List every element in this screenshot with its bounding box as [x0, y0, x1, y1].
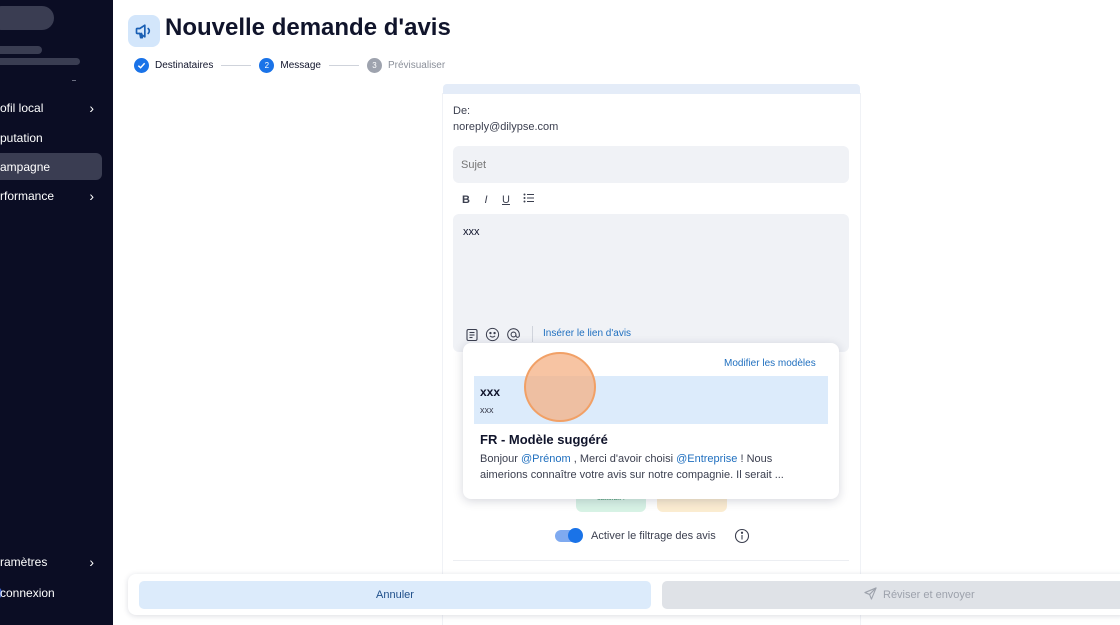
sidebar-item-performance[interactable]: rformance ›	[0, 182, 102, 209]
send-icon	[864, 587, 877, 603]
chevron-right-icon: ›	[89, 187, 94, 204]
subject-input[interactable]	[453, 146, 849, 183]
sidebar-account-placeholder	[0, 46, 42, 54]
sidebar-item-label: ramètres	[0, 554, 48, 569]
info-icon[interactable]	[734, 528, 750, 544]
page-title: Nouvelle demande d'avis	[165, 14, 451, 41]
template-option-suggested-title[interactable]: FR - Modèle suggéré	[480, 432, 608, 447]
sidebar-location-placeholder	[0, 58, 80, 65]
message-card-header	[443, 84, 860, 94]
chevron-right-icon: ›	[89, 99, 94, 116]
sidebar-item-label: ampagne	[0, 159, 51, 174]
preview-text: Bonjour	[480, 453, 521, 465]
review-filter-label: Activer le filtrage des avis	[591, 530, 716, 542]
mention-entreprise: @Entreprise	[676, 453, 738, 465]
review-and-send-button[interactable]: Réviser et envoyer	[662, 581, 1120, 609]
mention-icon[interactable]	[505, 326, 522, 343]
review-filter-toggle[interactable]	[555, 528, 583, 543]
editor-actions	[463, 326, 522, 343]
sidebar: ofil local › putation ampagne rformance …	[0, 0, 113, 625]
insert-review-link[interactable]: Insérer le lien d'avis	[543, 328, 631, 339]
review-and-send-label: Réviser et envoyer	[883, 589, 975, 601]
editor-separator	[532, 326, 533, 342]
cancel-button[interactable]: Annuler	[139, 581, 651, 609]
format-toolbar: B I U	[461, 193, 537, 206]
message-body-text[interactable]: xxx	[463, 226, 480, 238]
sidebar-item-label: ofil local	[0, 100, 44, 115]
preview-text: , Merci d'avoir choisi	[570, 453, 677, 465]
from-value: noreply@dilypse.com	[453, 121, 559, 133]
chevron-right-icon: ›	[89, 553, 94, 570]
sidebar-item-profil-local[interactable]: ofil local ›	[0, 94, 102, 121]
step-previsualiser[interactable]: Prévisualiser	[388, 60, 445, 71]
stepper: Destinataires 2 Message 3 Prévisualiser	[134, 57, 445, 73]
emoji-icon[interactable]	[484, 326, 501, 343]
step-connector	[328, 64, 359, 66]
template-option-suggested-preview[interactable]: Bonjour @Prénom , Merci d'avoir choisi @…	[480, 451, 820, 483]
check-icon	[134, 57, 149, 73]
template-option-title[interactable]: xxx	[480, 385, 500, 399]
sidebar-logo-placeholder	[0, 6, 54, 30]
card-divider	[453, 560, 849, 561]
italic-button[interactable]: I	[481, 194, 491, 206]
sidebar-item-label: connexion	[0, 585, 55, 600]
sidebar-item-reputation[interactable]: putation	[0, 124, 102, 151]
megaphone-icon	[128, 15, 160, 47]
step-number: 3	[366, 57, 382, 73]
sidebar-item-campagne[interactable]: ampagne	[0, 153, 102, 180]
sidebar-item-label: rformance	[0, 188, 55, 203]
step-destinataires[interactable]: Destinataires	[155, 60, 213, 71]
underline-button[interactable]: U	[501, 194, 511, 206]
sidebar-divider	[72, 80, 76, 81]
edit-templates-link[interactable]: Modifier les modèles	[724, 358, 816, 369]
step-number: 2	[259, 57, 275, 73]
template-icon[interactable]	[463, 326, 480, 343]
template-option-preview: xxx	[480, 405, 494, 415]
step-connector	[221, 64, 252, 66]
step-message[interactable]: Message	[280, 60, 321, 71]
mention-prenom: @Prénom	[520, 453, 571, 465]
sidebar-item-deconnexion[interactable]: connexion	[0, 579, 102, 606]
bold-button[interactable]: B	[461, 194, 471, 206]
sidebar-item-parametres[interactable]: ramètres ›	[0, 548, 102, 575]
sidebar-item-label: putation	[0, 130, 43, 145]
list-icon[interactable]	[521, 193, 537, 206]
click-indicator	[524, 352, 596, 422]
from-label: De:	[453, 105, 471, 117]
